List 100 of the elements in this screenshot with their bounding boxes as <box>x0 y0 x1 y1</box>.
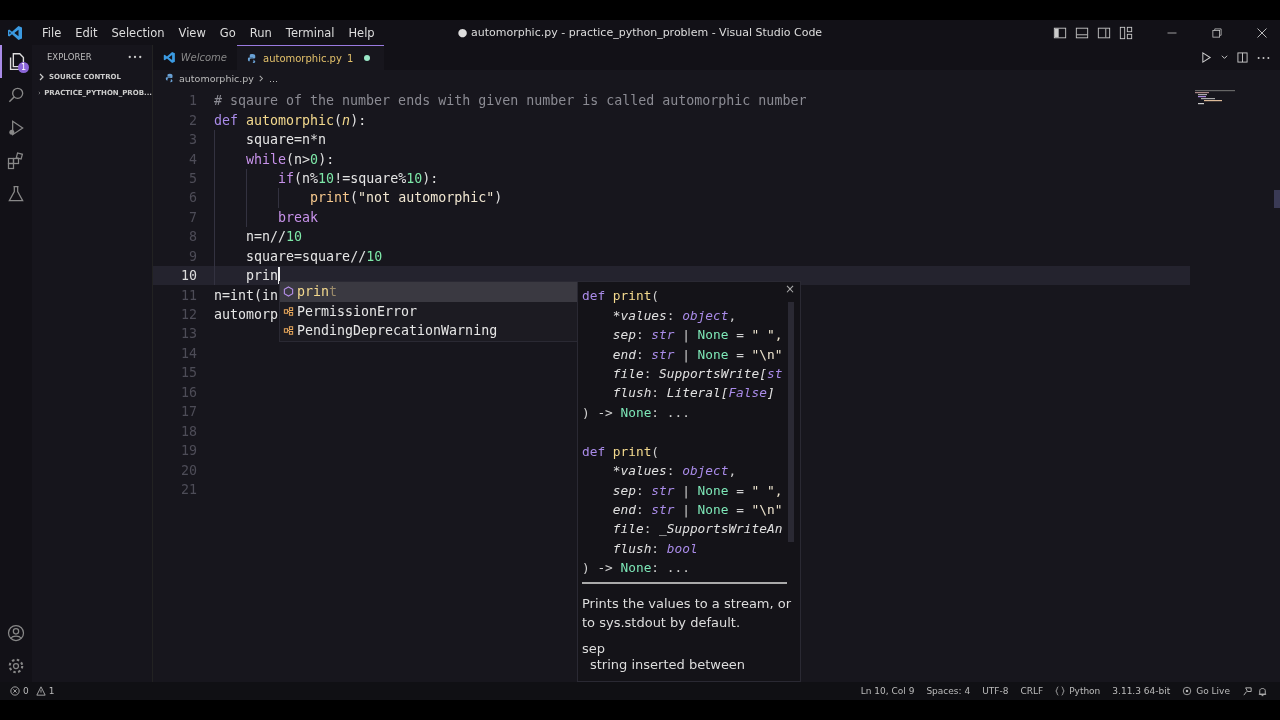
signature-line: sep: str | None = " ", <box>611 482 783 498</box>
signature-line: end: str | None = "\n" <box>611 502 783 518</box>
run-icon[interactable] <box>1201 52 1212 63</box>
line-number: 12 <box>180 307 198 323</box>
feedback-icon[interactable] <box>1242 685 1253 697</box>
code-line: square=n*n <box>245 132 327 148</box>
code-line: prin <box>245 268 279 284</box>
close-button[interactable]: × <box>784 282 795 296</box>
error-count[interactable]: 0 <box>23 686 29 696</box>
menu-item[interactable]: Run <box>242 25 279 40</box>
notification-badge: 1 <box>18 62 29 73</box>
scrollbar-thumb[interactable] <box>1274 190 1280 208</box>
chevron-down-icon[interactable] <box>1221 54 1228 61</box>
vscode-logo-icon <box>7 24 23 41</box>
signature-line: def print( <box>582 288 660 304</box>
signature-line: flush: bool <box>611 540 698 556</box>
line-number: 8 <box>188 229 198 245</box>
menu-item[interactable]: View <box>171 25 213 40</box>
line-number: 14 <box>180 345 198 361</box>
signature-line: flush: Literal[False] <box>611 385 775 401</box>
error-icon[interactable] <box>10 686 20 696</box>
customize-layout-icon[interactable] <box>1119 25 1133 40</box>
menu-item[interactable]: Terminal <box>278 25 342 40</box>
braces-icon <box>1055 686 1066 696</box>
account-icon[interactable] <box>6 622 26 643</box>
status-item[interactable]: Ln 10, Col 9 <box>860 686 915 696</box>
toggle-secondary-sidebar-icon[interactable] <box>1097 25 1111 40</box>
chevron-right-icon[interactable] <box>38 73 46 81</box>
menu-item[interactable]: File <box>35 25 69 40</box>
code-line: square=square//10 <box>245 248 383 264</box>
restore-icon[interactable] <box>1211 26 1223 39</box>
chevron-right-icon <box>257 74 265 82</box>
menu-item[interactable]: Help <box>341 25 382 40</box>
code-line: automorp <box>214 307 279 323</box>
close-icon[interactable] <box>1256 26 1268 39</box>
line-number: 20 <box>180 462 198 478</box>
line-number: 3 <box>188 132 198 148</box>
signature-line: sep: str | None = " ", <box>611 327 783 343</box>
line-number: 13 <box>180 326 198 342</box>
signature-line: file: _SupportsWriteAn <box>611 521 783 537</box>
class-icon <box>283 325 294 337</box>
line-number: 19 <box>180 443 198 459</box>
signature-line: ) -> None: ... <box>582 404 690 420</box>
toggle-panel-icon[interactable] <box>1075 25 1089 40</box>
signature-line: file: SupportsWrite[st <box>611 365 783 381</box>
editor-tab[interactable]: Welcome <box>153 45 237 70</box>
sidebar-title: EXPLORER <box>47 52 92 62</box>
line-number: 4 <box>188 151 198 167</box>
menu-item[interactable]: Edit <box>68 25 105 40</box>
editor-tab[interactable]: automorphic.py 1 <box>237 45 385 70</box>
extensions-icon[interactable] <box>6 150 26 171</box>
code-line: while(n>0): <box>245 151 335 167</box>
breadcrumb-item[interactable]: ... <box>268 72 278 84</box>
code-line: n=int(in <box>214 287 279 303</box>
suggestion-item[interactable]: PendingDeprecationWarning <box>280 321 578 341</box>
class-icon <box>283 305 294 317</box>
status-item[interactable]: Go Live <box>1196 686 1230 696</box>
scrollbar-thumb[interactable] <box>788 302 794 542</box>
line-number: 15 <box>180 365 198 381</box>
suggestion-item[interactable]: PermissionError <box>280 301 578 321</box>
status-item[interactable]: Python <box>1069 686 1101 696</box>
line-number: 21 <box>180 481 198 497</box>
more-icon[interactable] <box>128 53 142 61</box>
signature-line: ) -> None: ... <box>582 560 690 576</box>
vscode-logo-icon <box>163 51 176 64</box>
status-item[interactable]: UTF-8 <box>982 686 1009 696</box>
menu-item[interactable]: Go <box>212 25 243 40</box>
flask-icon[interactable] <box>6 183 26 204</box>
bell-icon[interactable] <box>1257 685 1268 697</box>
python-file-icon <box>165 73 175 83</box>
signature-line: def print( <box>582 443 660 459</box>
warning-icon[interactable] <box>35 686 46 696</box>
toggle-sidebar-icon[interactable] <box>1053 25 1067 40</box>
signature-line: *values: object, <box>611 307 737 323</box>
method-icon <box>283 286 294 298</box>
menu-item[interactable]: Selection <box>104 25 172 40</box>
signature-line: *values: object, <box>611 463 737 479</box>
status-item[interactable]: Spaces: 4 <box>926 686 971 696</box>
suggestion-item[interactable]: print <box>280 282 578 302</box>
status-item[interactable]: 3.11.3 64-bit <box>1112 686 1171 696</box>
breadcrumb-item[interactable]: automorphic.py <box>179 72 254 84</box>
warning-count[interactable]: 1 <box>48 686 55 696</box>
line-number: 5 <box>188 170 198 186</box>
split-editor-icon[interactable] <box>1237 52 1248 63</box>
code-line: if(n%10!=square%10): <box>277 170 439 186</box>
line-number: 6 <box>188 190 198 206</box>
line-number: 7 <box>188 209 198 225</box>
signature-line: end: str | None = "\n" <box>611 346 783 362</box>
description-text: Prints the values to a stream, or to sys.stdout by default. <box>582 594 792 632</box>
parameter-name: sep <box>582 639 607 657</box>
code-line: def automorphic(n): <box>214 112 367 128</box>
code-line: print("not automorphic") <box>309 190 503 206</box>
code-line: # sqaure of the number ends with given number is called automorphic number <box>214 93 807 109</box>
run-debug-icon[interactable] <box>6 117 26 138</box>
code-line: n=n//10 <box>245 229 303 245</box>
broadcast-icon <box>1182 686 1193 696</box>
status-item[interactable]: CRLF <box>1020 686 1044 696</box>
line-number: 17 <box>180 404 198 420</box>
line-number: 18 <box>180 423 198 439</box>
line-number: 16 <box>180 384 198 400</box>
